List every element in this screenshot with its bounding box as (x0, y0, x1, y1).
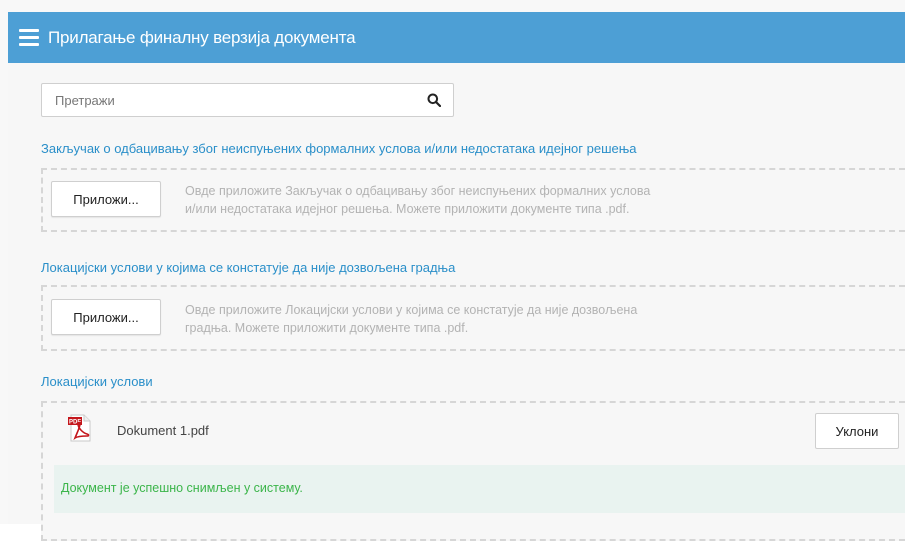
search-icon[interactable] (427, 93, 441, 107)
page-title: Прилагање финалну верзија документа (48, 27, 356, 47)
section-label-conclusion: Закључак о одбацивању због неиспуњених ф… (41, 141, 637, 156)
section-label-location-not-allowed: Локацијски услови у којима се констатује… (41, 260, 456, 275)
search-box (41, 83, 454, 117)
attach-button[interactable]: Приложи... (51, 181, 161, 217)
file-name[interactable]: Dokument 1.pdf (117, 423, 209, 438)
page: Прилагање финалну верзија документа Закљ… (0, 0, 905, 541)
search-input[interactable] (53, 91, 417, 109)
section-label-location-conditions: Локацијски услови (41, 374, 153, 389)
success-message: Документ је успешно снимљен у систему. (61, 481, 303, 495)
dropzone-conclusion[interactable]: Приложи... Овде приложите Закључак о одб… (41, 168, 905, 232)
pdf-file-icon: PDF (68, 414, 91, 442)
page-header: Прилагање финалну верзија документа (8, 12, 905, 63)
attach-button[interactable]: Приложи... (51, 299, 161, 335)
dropzone-location-not-allowed[interactable]: Приложи... Овде приложите Локацијски усл… (41, 285, 905, 351)
remove-button[interactable]: Уклони (815, 413, 899, 449)
dropzone-hint: Овде приложите Локацијски услови у којим… (185, 303, 638, 335)
dropzone-location-conditions: PDF Dokument 1.pdf Уклони Документ је ус… (41, 401, 905, 541)
success-message-box: Документ је успешно снимљен у систему. (54, 465, 905, 513)
main-content: Закључак о одбацивању због неиспуњених ф… (8, 63, 905, 541)
dropzone-hint: Овде приложите Закључак о одбацивању збо… (185, 184, 651, 216)
hamburger-menu-icon[interactable] (19, 29, 39, 46)
